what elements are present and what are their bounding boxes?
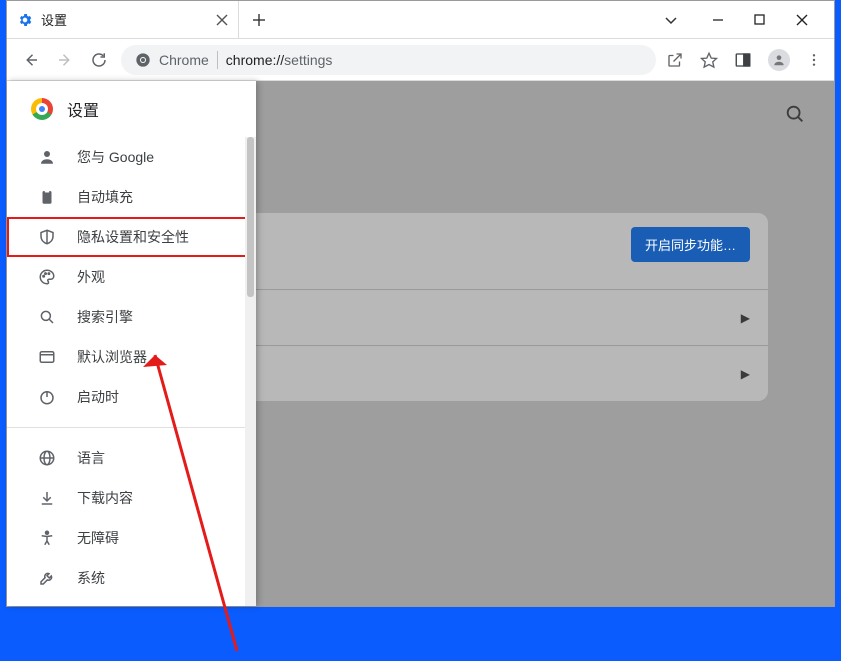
browser-window: 设置 [6,0,835,607]
sidebar-item-label: 语言 [77,448,105,468]
browser-toolbar: Chrome chrome://settings [7,39,834,81]
sidebar-item-autofill[interactable]: 自动填充 [7,177,256,217]
power-icon [37,388,57,406]
window-controls [646,1,834,38]
download-icon [37,489,57,507]
chevron-right-icon: ▶ [741,311,750,325]
search-icon[interactable] [784,103,806,125]
chrome-logo-icon [31,98,53,120]
omnibox-divider [217,51,218,69]
scrollbar-thumb[interactable] [247,137,254,297]
sidebar-item-label: 系统 [77,568,105,588]
clipboard-icon [37,188,57,206]
sidebar-item-label: 搜索引擎 [77,307,133,327]
sidebar-separator [7,427,256,428]
sidebar-item-label: 隐私设置和安全性 [77,227,189,247]
sidebar-item-label: 下载内容 [77,488,133,508]
chevron-down-icon[interactable] [664,13,684,27]
enable-sync-button[interactable]: 开启同步功能… [631,227,750,262]
sidebar-item-label: 外观 [77,267,105,287]
side-panel-icon[interactable] [734,51,752,69]
close-button[interactable] [796,14,816,26]
sidebar-item-appearance[interactable]: 外观 [7,257,256,297]
chevron-right-icon: ▶ [741,367,750,381]
sidebar-header: 设置 [7,81,256,137]
globe-icon [37,449,57,467]
minimize-button[interactable] [712,14,732,26]
sidebar-item-default-browser[interactable]: 默认浏览器 [7,337,256,377]
sidebar-nav: 您与 Google 自动填充 隐私设置和安全性 外观 搜索引擎 [7,137,256,598]
sidebar-item-accessibility[interactable]: 无障碍 [7,518,256,558]
back-button[interactable] [19,48,43,72]
profile-avatar-icon[interactable] [768,49,790,71]
shield-icon [37,228,57,246]
accessibility-icon [37,529,57,547]
omnibox-origin-label: Chrome [159,52,209,68]
address-bar[interactable]: Chrome chrome://settings [121,45,656,75]
browser-tab[interactable]: 设置 [7,1,239,38]
sidebar-item-system[interactable]: 系统 [7,558,256,598]
gear-icon [17,12,33,28]
sidebar-item-label: 您与 Google [77,147,154,167]
sidebar-item-on-startup[interactable]: 启动时 [7,377,256,417]
maximize-button[interactable] [754,14,774,25]
reload-button[interactable] [87,48,111,72]
kebab-menu-icon[interactable] [806,52,822,68]
tab-close-icon[interactable] [216,14,228,26]
scrollbar[interactable] [245,137,256,606]
person-icon [37,148,57,166]
forward-button[interactable] [53,48,77,72]
browser-icon [37,348,57,366]
sidebar-item-label: 无障碍 [77,528,119,548]
search-icon [37,308,57,326]
sidebar-item-search-engine[interactable]: 搜索引擎 [7,297,256,337]
sidebar-item-languages[interactable]: 语言 [7,438,256,478]
sidebar-item-you-and-google[interactable]: 您与 Google [7,137,256,177]
wrench-icon [37,569,57,587]
chrome-logo-icon [135,52,151,68]
sidebar-item-label: 启动时 [77,387,119,407]
sidebar-item-downloads[interactable]: 下载内容 [7,478,256,518]
share-icon[interactable] [666,51,684,69]
sidebar-title: 设置 [67,97,99,121]
new-tab-button[interactable] [239,1,279,38]
bookmark-icon[interactable] [700,51,718,69]
omnibox-url: chrome://settings [226,52,333,68]
sidebar-item-privacy-security[interactable]: 隐私设置和安全性 [7,217,256,257]
palette-icon [37,268,57,286]
page-content: 的智能技术 性化设置 Chrome 开启同步功能… 斗▶ ▶ 设置 [7,81,834,606]
settings-sidebar: 设置 您与 Google 自动填充 隐私设置和安全性 外观 [7,81,256,606]
sidebar-item-label: 默认浏览器 [77,347,147,367]
tab-title: 设置 [41,10,208,29]
title-bar: 设置 [7,1,834,39]
sidebar-item-label: 自动填充 [77,187,133,207]
